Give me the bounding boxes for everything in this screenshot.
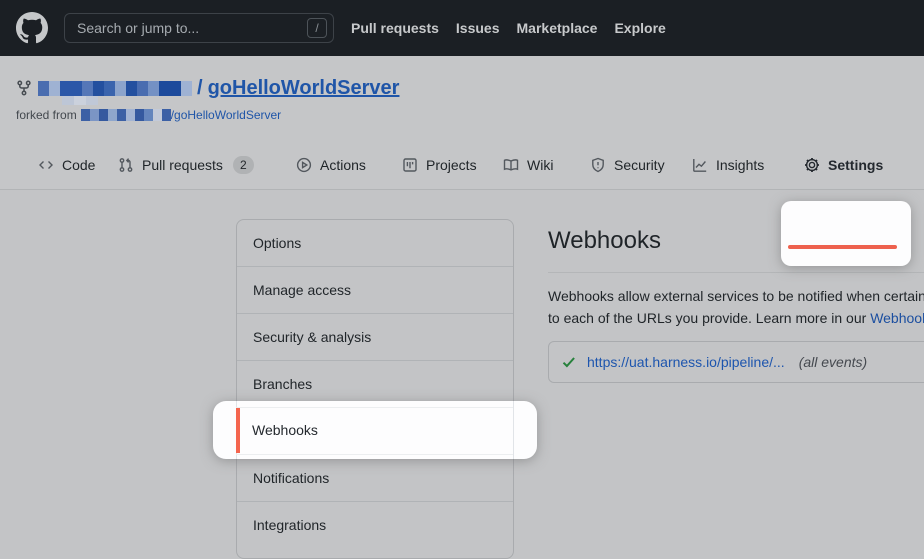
repo-name-link[interactable]: goHelloWorldServer <box>208 77 400 100</box>
webhooks-guide-link[interactable]: Webhooks Guide <box>870 310 924 326</box>
sidebar-item-notifications[interactable]: Notifications <box>237 455 513 502</box>
pull-requests-count-badge: 2 <box>233 156 254 174</box>
repo-header: / goHelloWorldServer forked from /goHell… <box>0 56 924 190</box>
webhooks-item-spotlight[interactable]: Webhooks <box>213 401 537 459</box>
nav-explore[interactable]: Explore <box>614 20 665 36</box>
repo-title: / goHelloWorldServer <box>16 78 399 98</box>
tab-insights[interactable]: Insights <box>692 152 764 178</box>
search-placeholder: Search or jump to... <box>77 20 307 36</box>
forked-from-line: forked from /goHelloWorldServer <box>16 108 281 122</box>
tab-settings[interactable]: Settings <box>804 152 883 178</box>
sidebar-item-options[interactable]: Options <box>237 220 513 267</box>
webhooks-description: Webhooks allow external services to be n… <box>548 286 924 329</box>
sidebar-item-security-analysis[interactable]: Security & analysis <box>237 314 513 361</box>
repo-title-separator: / <box>197 77 203 100</box>
repo-forked-icon <box>16 80 32 96</box>
description-line-1: Webhooks allow external services to be n… <box>548 286 924 308</box>
slash-shortcut-key: / <box>307 18 327 38</box>
webhook-list-item: https://uat.harness.io/pipeline/... (all… <box>548 341 924 383</box>
tab-code[interactable]: Code <box>38 152 95 178</box>
redacted-owner-blur-artifact <box>62 96 98 105</box>
tab-security[interactable]: Security <box>590 152 665 178</box>
tab-projects[interactable]: Projects <box>402 152 477 178</box>
nav-issues[interactable]: Issues <box>456 20 500 36</box>
app-header: Search or jump to... / Pull requests Iss… <box>0 0 924 56</box>
active-tab-underline <box>788 245 897 249</box>
gear-icon <box>804 157 820 173</box>
webhook-events-scope: (all events) <box>799 354 867 370</box>
github-logo-icon[interactable] <box>16 12 48 44</box>
settings-tab-spotlight <box>781 201 911 266</box>
redacted-owner-name <box>38 81 192 96</box>
tab-actions[interactable]: Actions <box>296 152 366 178</box>
tab-pull-requests[interactable]: Pull requests 2 <box>118 152 254 178</box>
nav-pull-requests[interactable]: Pull requests <box>351 20 439 36</box>
tab-wiki[interactable]: Wiki <box>503 152 553 178</box>
webhook-url-link[interactable]: https://uat.harness.io/pipeline/... <box>587 354 785 370</box>
nav-marketplace[interactable]: Marketplace <box>517 20 598 36</box>
upstream-repo-link[interactable]: /goHelloWorldServer <box>171 108 282 122</box>
row-divider-bottom <box>236 454 513 455</box>
search-input[interactable]: Search or jump to... / <box>64 13 334 43</box>
active-item-indicator <box>236 408 240 453</box>
check-icon <box>561 354 577 370</box>
heading-divider <box>548 272 924 273</box>
sidebar-item-integrations[interactable]: Integrations <box>237 502 513 549</box>
sidebar-item-webhooks-active[interactable]: Webhooks <box>252 407 318 454</box>
sidebar-border-right <box>513 401 514 459</box>
settings-sidebar: Options Manage access Security & analysi… <box>236 219 514 559</box>
forked-from-label: forked from <box>16 108 77 122</box>
global-nav: Pull requests Issues Marketplace Explore <box>351 20 666 36</box>
description-line-2: to each of the URLs you provide. Learn m… <box>548 308 924 330</box>
sidebar-item-manage-access[interactable]: Manage access <box>237 267 513 314</box>
redacted-upstream-owner <box>81 109 171 121</box>
